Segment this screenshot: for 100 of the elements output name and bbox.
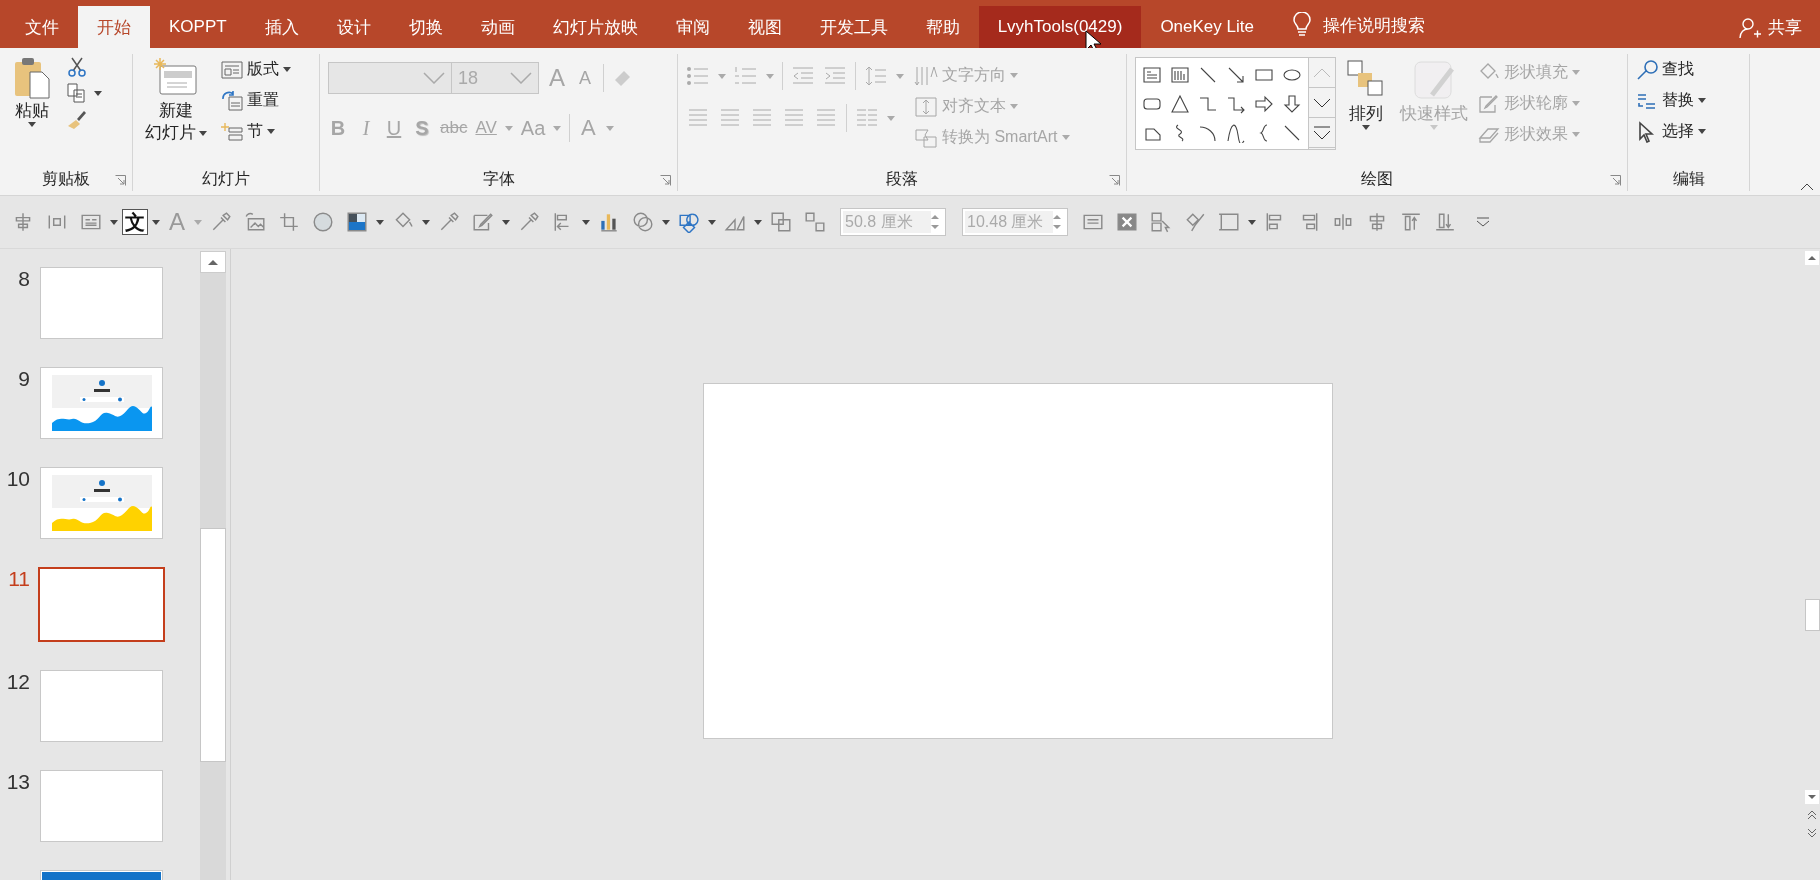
caret-icon[interactable]: [662, 219, 670, 225]
frame-icon[interactable]: [1218, 211, 1240, 233]
ribbon-command[interactable]: 排列: [1342, 57, 1390, 132]
color-swatch-icon[interactable]: [346, 211, 368, 233]
numbered-list-icon[interactable]: [734, 65, 758, 87]
shapes-icon[interactable]: [678, 211, 700, 233]
bar-chart-icon[interactable]: [598, 211, 620, 233]
text-box-icon[interactable]: [1141, 64, 1163, 85]
triangle-icon[interactable]: [1169, 93, 1191, 114]
picture-reset-icon[interactable]: [244, 211, 266, 233]
pencil-box-icon[interactable]: [472, 211, 494, 233]
ribbon-tab[interactable]: 开发工具: [800, 6, 907, 48]
ribbon-tab[interactable]: 设计: [317, 6, 390, 48]
dialog-launcher-icon[interactable]: [660, 175, 671, 186]
caret-icon[interactable]: [267, 129, 275, 134]
scroll-up-icon[interactable]: [1805, 251, 1819, 265]
text-direction-button[interactable]: 文: [122, 209, 148, 235]
ribbon-tab[interactable]: OneKey Lite: [1141, 6, 1273, 48]
caret-icon[interactable]: [152, 219, 160, 225]
caret-icon[interactable]: [1698, 98, 1706, 103]
ribbon-tab[interactable]: 插入: [245, 6, 318, 48]
ribbon-tab[interactable]: KOPPT: [150, 6, 246, 48]
paste-button[interactable]: 粘贴: [8, 54, 56, 129]
columns-icon[interactable]: [855, 107, 879, 129]
caret-icon[interactable]: [582, 219, 590, 225]
eyedropper-icon[interactable]: [438, 211, 460, 233]
ribbon-command[interactable]: 查找: [1636, 56, 1706, 83]
ribbon-command[interactable]: 重置: [221, 87, 291, 114]
slide-thumbnail[interactable]: [40, 670, 163, 742]
expand-icon[interactable]: [1313, 125, 1331, 140]
next-slide-icon[interactable]: [1805, 826, 1819, 840]
caret-icon[interactable]: [708, 219, 716, 225]
increase-indent-icon[interactable]: [823, 65, 847, 87]
section-icon[interactable]: [221, 121, 243, 142]
right-arrow-icon[interactable]: [1253, 93, 1275, 114]
scroll-down-icon[interactable]: [1805, 790, 1819, 804]
distributed-icon[interactable]: [814, 107, 838, 129]
caret-icon[interactable]: [199, 130, 207, 136]
align-top-icon[interactable]: [1400, 211, 1422, 233]
crop-icon[interactable]: [278, 211, 300, 233]
ribbon-tab[interactable]: 幻灯片放映: [533, 6, 657, 48]
slide-thumbnail[interactable]: [38, 567, 165, 642]
scrollbar-thumb[interactable]: [200, 528, 226, 762]
send-backward-icon[interactable]: [804, 211, 826, 233]
dialog-launcher-icon[interactable]: [1610, 175, 1621, 186]
overlap-circles-icon[interactable]: [632, 211, 654, 233]
new-slide-button[interactable]: 新建 幻灯片: [141, 54, 211, 146]
customize-toolbar-icon[interactable]: [1476, 217, 1490, 227]
distribute-horizontal-icon[interactable]: [1332, 211, 1354, 233]
decrease-indent-icon[interactable]: [791, 65, 815, 87]
dialog-launcher-icon[interactable]: [115, 175, 126, 186]
slide-thumbnail[interactable]: [40, 467, 163, 539]
collapse-ribbon-icon[interactable]: [1800, 183, 1814, 191]
caret-icon[interactable]: [28, 122, 36, 127]
down-arrow-icon[interactable]: [1281, 93, 1303, 114]
reset-icon[interactable]: [221, 90, 243, 111]
caret-icon[interactable]: [1362, 125, 1370, 130]
ribbon-tab[interactable]: 切换: [389, 6, 462, 48]
caret-icon[interactable]: [422, 219, 430, 225]
slide-thumbnail[interactable]: [40, 267, 163, 339]
eyedropper-icon[interactable]: [210, 211, 232, 233]
bullet-list-icon[interactable]: [686, 65, 710, 87]
ribbon-command[interactable]: 选择: [1636, 118, 1706, 145]
share-button[interactable]: 共享: [1762, 6, 1820, 48]
person-add-icon[interactable]: [1738, 16, 1762, 40]
scrollbar-thumb[interactable]: [1805, 599, 1820, 631]
bring-forward-icon[interactable]: [770, 211, 792, 233]
align-right-icon[interactable]: [750, 107, 774, 129]
ribbon-tab[interactable]: 开始: [78, 6, 150, 48]
align-left-icon[interactable]: [686, 107, 710, 129]
caret-icon[interactable]: [502, 219, 510, 225]
eyedropper-icon[interactable]: [518, 211, 540, 233]
ribbon-command[interactable]: 版式: [221, 56, 291, 83]
select-shapes-icon[interactable]: [1150, 211, 1172, 233]
vertical-text-box-icon[interactable]: [1169, 64, 1191, 85]
search-icon[interactable]: [1636, 58, 1658, 81]
chevron-down-icon[interactable]: [1313, 97, 1331, 108]
ribbon-tab[interactable]: 文件: [6, 6, 78, 48]
caret-icon[interactable]: [94, 90, 102, 96]
justify-icon[interactable]: [782, 107, 806, 129]
ribbon-tab[interactable]: 视图: [728, 6, 801, 48]
chevron-up-icon[interactable]: [1313, 67, 1331, 78]
ribbon-tab[interactable]: 帮助: [906, 6, 979, 48]
caret-icon[interactable]: [1248, 219, 1256, 225]
caret-icon[interactable]: [1698, 129, 1706, 134]
ribbon-command[interactable]: 替换: [1636, 87, 1706, 114]
copy-icon[interactable]: [66, 82, 88, 104]
clipboard-icon[interactable]: [12, 56, 52, 100]
delete-box-icon[interactable]: [1116, 211, 1138, 233]
ribbon-tab[interactable]: 审阅: [656, 6, 729, 48]
ribbon-tab[interactable]: LvyhTools(0429): [978, 6, 1142, 48]
paintbrush-icon[interactable]: [66, 108, 88, 130]
ribbon-command[interactable]: 节: [221, 118, 291, 145]
scroll-up-icon[interactable]: [200, 251, 226, 273]
line-spacing-icon[interactable]: [864, 65, 888, 87]
previous-slide-icon[interactable]: [1805, 808, 1819, 822]
search-field[interactable]: 操作说明搜索: [1320, 4, 1465, 48]
ribbon-tab[interactable]: 动画: [461, 6, 534, 48]
dialog-launcher-icon[interactable]: [1109, 175, 1120, 186]
align-bottom-icon[interactable]: [1434, 211, 1456, 233]
